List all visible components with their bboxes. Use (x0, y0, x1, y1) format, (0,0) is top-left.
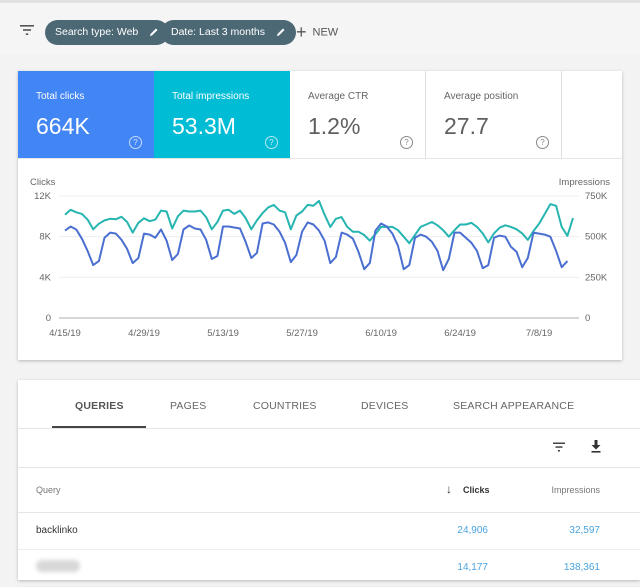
download-icon[interactable] (590, 439, 602, 454)
search-type-chip[interactable]: Search type: Web (45, 20, 170, 45)
chip-label: Search type: Web (55, 26, 139, 38)
column-header-clicks[interactable]: Clicks (463, 485, 490, 495)
query-cell: backlinko (36, 525, 78, 536)
y-tick-label-left: 4K (39, 272, 51, 283)
metric-label: Total impressions (172, 91, 250, 102)
report-table-card: QUERIES PAGES COUNTRIES DEVICES SEARCH A… (18, 380, 640, 587)
metric-label: Total clicks (36, 91, 85, 102)
help-icon[interactable]: ? (129, 136, 142, 149)
date-chip[interactable]: Date: Last 3 months (161, 20, 296, 45)
metric-total-clicks[interactable]: Total clicks 664K ? (18, 71, 154, 158)
y-tick-label-left: 0 (46, 313, 51, 324)
filter-list-icon[interactable] (18, 23, 36, 37)
help-icon[interactable]: ? (265, 136, 278, 149)
new-label: NEW (312, 26, 339, 39)
filter-bar: Search type: Web Date: Last 3 months + NE… (0, 0, 640, 54)
table-row[interactable]: backlinko 24,906 32,597 (18, 513, 640, 550)
series-line-clicks (64, 221, 569, 272)
plus-icon: + (296, 22, 307, 42)
y-tick-label-right: 0 (585, 313, 590, 324)
metric-average-position[interactable]: Average position 27.7 ? (426, 71, 562, 158)
blurred-query-cell (36, 560, 80, 572)
help-icon[interactable]: ? (536, 136, 549, 149)
x-tick-label: 4/15/19 (49, 328, 81, 339)
chip-label: Date: Last 3 months (171, 26, 265, 38)
table-toolbar (18, 428, 640, 468)
x-tick-label: 6/24/19 (444, 328, 476, 339)
metric-value: 1.2% (308, 113, 361, 139)
table-row[interactable]: 14,177 138,361 (18, 550, 640, 587)
impressions-cell: 32,597 (569, 525, 600, 536)
tab-search-appearance[interactable]: SEARCH APPEARANCE (453, 400, 574, 412)
pencil-icon (150, 28, 158, 37)
column-header-query[interactable]: Query (36, 485, 61, 495)
x-tick-label: 4/29/19 (128, 328, 160, 339)
y-tick-label-right: 750K (585, 191, 608, 202)
metric-total-impressions[interactable]: Total impressions 53.3M ? (154, 71, 290, 158)
dimension-tabs: QUERIES PAGES COUNTRIES DEVICES SEARCH A… (18, 380, 640, 429)
clicks-cell: 24,906 (457, 525, 488, 536)
tab-queries[interactable]: QUERIES (75, 400, 124, 412)
metric-label: Average CTR (308, 91, 369, 102)
performance-card: Total clicks 664K ? Total impressions 53… (18, 71, 622, 360)
performance-chart[interactable]: Clicks Impressions 0 4K 8K 12K 0 250K 500K 750… (18, 159, 622, 359)
metric-label: Average position (444, 91, 519, 102)
x-tick-label: 7/8/19 (526, 328, 552, 339)
y-axis-right-label: Impressions (559, 177, 610, 188)
metric-average-ctr[interactable]: Average CTR 1.2% ? (290, 71, 426, 158)
new-filter-button[interactable]: + NEW (296, 20, 338, 45)
tab-countries[interactable]: COUNTRIES (253, 400, 317, 412)
column-header-impressions[interactable]: Impressions (551, 485, 600, 495)
metric-value: 664K (36, 113, 90, 139)
metric-value: 53.3M (172, 113, 236, 139)
filter-list-icon[interactable] (552, 441, 566, 453)
impressions-cell: 138,361 (563, 562, 600, 573)
y-tick-label-left: 8K (39, 232, 51, 243)
clicks-cell: 14,177 (457, 562, 488, 573)
help-icon[interactable]: ? (400, 136, 413, 149)
x-tick-label: 5/13/19 (207, 328, 239, 339)
x-tick-label: 6/10/19 (365, 328, 397, 339)
metric-value: 27.7 (444, 113, 489, 139)
x-tick-label: 5/27/19 (286, 328, 318, 339)
y-tick-label-right: 250K (585, 272, 608, 283)
tab-devices[interactable]: DEVICES (361, 400, 409, 412)
y-axis-left-label: Clicks (30, 177, 56, 188)
table-header: Query ↓ Clicks Impressions (18, 468, 640, 513)
arrow-down-icon: ↓ (446, 482, 452, 496)
tab-pages[interactable]: PAGES (170, 400, 206, 412)
y-tick-label-left: 12K (34, 191, 52, 202)
pencil-icon (276, 28, 285, 37)
y-tick-label-right: 500K (585, 232, 608, 243)
